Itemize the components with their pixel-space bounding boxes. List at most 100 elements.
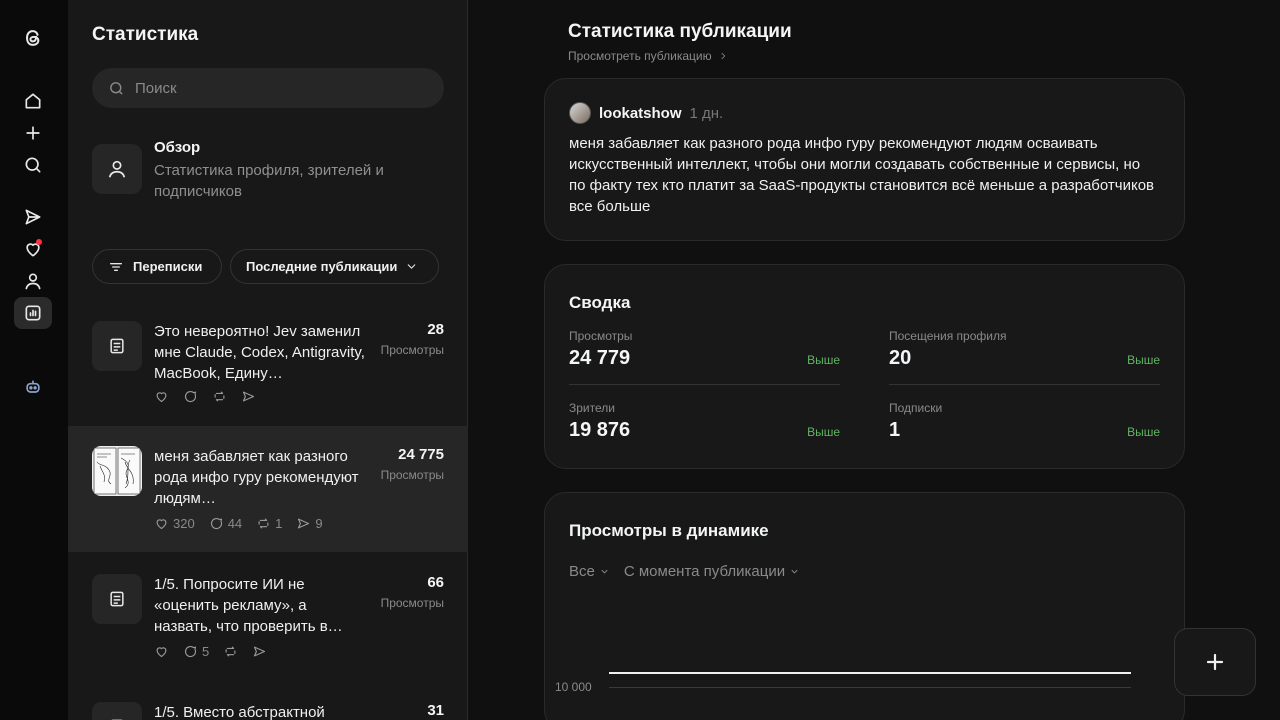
reply-count: 5 [202, 644, 210, 659]
post-list-item[interactable]: Это невероятно! Jev заменил мне Claude, … [68, 301, 468, 427]
post-views-count: 28 [427, 321, 444, 338]
chart-series-line [609, 672, 1131, 674]
summary-title: Сводка [569, 293, 631, 312]
metric-label: Зрители [569, 401, 615, 415]
post-time: 1 дн. [689, 104, 724, 122]
repost-icon [223, 644, 238, 659]
conversations-filter-button[interactable]: Переписки [92, 249, 222, 284]
post-body: меня забавляет как разного рода инфо гур… [569, 135, 1155, 215]
period-filter-dropdown[interactable]: С момента публикации [624, 563, 800, 580]
reply-icon [183, 389, 198, 404]
views-dynamics-card: Просмотры в динамике Все С момента публи… [544, 492, 1185, 720]
reply-stat: 5 [183, 644, 209, 659]
new-post-button[interactable] [1174, 628, 1256, 696]
post-text: Это невероятно! Jev заменил мне Claude, … [154, 323, 365, 382]
metric-value: 20 [889, 347, 912, 369]
text-post-icon [92, 574, 142, 624]
chevron-down-icon [601, 569, 608, 574]
filter-icon [110, 262, 122, 271]
search-input[interactable]: Поиск [92, 68, 444, 108]
stats-panel: Статистика Поиск Обзор Статистика профил… [68, 0, 468, 720]
post-views-count: 24 775 [398, 446, 444, 463]
post-views-count: 66 [427, 574, 444, 591]
repost-icon [212, 389, 227, 404]
username: lookatshow [599, 104, 682, 122]
share-icon [252, 644, 267, 659]
share-icon [298, 518, 310, 529]
conversations-filter-label: Переписки [133, 259, 203, 274]
person-icon [92, 144, 142, 194]
avatar [569, 102, 591, 124]
metric-trend: Выше [807, 425, 840, 439]
home-icon[interactable] [14, 85, 52, 117]
like-icon [156, 519, 167, 530]
post-actions: 5 [154, 644, 267, 659]
view-post-label: Просмотреть публикацию [568, 49, 712, 63]
page-title: Статистика публикации [568, 21, 792, 42]
divider [569, 384, 840, 385]
like-stat: 320 [154, 516, 195, 531]
metric-trend: Выше [1127, 353, 1160, 367]
panel-title: Статистика [92, 24, 199, 45]
heart-icon[interactable] [14, 233, 52, 265]
text-post-icon [92, 321, 142, 371]
like-icon [154, 389, 169, 404]
post-author[interactable]: lookatshow 1 дн. [569, 102, 723, 124]
metric-label: Посещения профиля [889, 329, 1007, 343]
divider [889, 384, 1160, 385]
reply-icon [210, 517, 222, 530]
reply-icon [184, 645, 197, 658]
search-icon [110, 81, 123, 95]
overview-subtitle: Статистика профиля, зрителей и подписчик… [154, 162, 384, 200]
like-icon [154, 644, 169, 659]
view-post-link[interactable]: Просмотреть публикацию [568, 49, 728, 63]
search-icon[interactable] [14, 149, 52, 181]
chevron-right-icon [721, 52, 725, 60]
plus-icon [1206, 653, 1224, 671]
repost-icon [258, 518, 269, 529]
metric-profile-visits: Посещения профиля 20 Выше [889, 329, 1160, 401]
post-list-item[interactable]: 1/5. Вместо абстрактной 31 [68, 682, 468, 720]
bot-icon[interactable] [14, 371, 52, 403]
nav-rail [0, 0, 68, 720]
post-actions: 320 44 1 9 [154, 516, 323, 531]
threads-logo-icon[interactable] [14, 22, 52, 54]
post-list-item[interactable]: 1/5. Попросите ИИ не «оценить рекламу», … [68, 554, 468, 680]
post-views-label: Просмотры [380, 468, 444, 482]
all-filter-label: Все [569, 563, 595, 580]
post-views-label: Просмотры [380, 596, 444, 610]
post-views-label: Просмотры [380, 343, 444, 357]
repost-stat: 1 [256, 516, 282, 531]
post-text: 1/5. Попросите ИИ не «оценить рекламу», … [154, 576, 343, 635]
post-actions [154, 389, 256, 404]
insights-icon[interactable] [14, 297, 52, 329]
recent-posts-dropdown[interactable]: Последние публикации [230, 249, 439, 284]
post-list-item-selected[interactable]: меня забавляет как разного рода инфо гур… [68, 426, 468, 552]
metric-label: Просмотры [569, 329, 633, 343]
metric-label: Подписки [889, 401, 943, 415]
profile-icon[interactable] [14, 265, 52, 297]
dynamics-title: Просмотры в динамике [569, 521, 769, 540]
plus-icon[interactable] [14, 117, 52, 149]
metric-trend: Выше [1127, 425, 1160, 439]
period-filter-label: С момента публикации [623, 563, 786, 580]
metric-value: 1 [889, 419, 901, 441]
metric-views: Просмотры 24 779 Выше [569, 329, 840, 401]
metric-value: 24 779 [569, 347, 631, 369]
metric-trend: Выше [807, 353, 840, 367]
send-icon[interactable] [14, 201, 52, 233]
post-text: 1/5. Вместо абстрактной [154, 704, 325, 720]
overview-item[interactable]: Обзор Статистика профиля, зрителей и под… [92, 136, 444, 206]
overview-title: Обзор [154, 139, 201, 156]
notification-dot [36, 239, 42, 245]
chart-gridline [609, 687, 1131, 688]
reply-count: 44 [227, 516, 243, 531]
share-icon [241, 389, 256, 404]
repost-count: 1 [275, 516, 283, 531]
chevron-down-icon [791, 569, 798, 574]
chevron-down-icon [408, 264, 416, 269]
like-count: 320 [173, 516, 195, 531]
post-card: lookatshow 1 дн. меня забавляет как разн… [544, 78, 1185, 241]
all-filter-dropdown[interactable]: Все [569, 563, 610, 580]
reply-stat: 44 [209, 516, 242, 531]
